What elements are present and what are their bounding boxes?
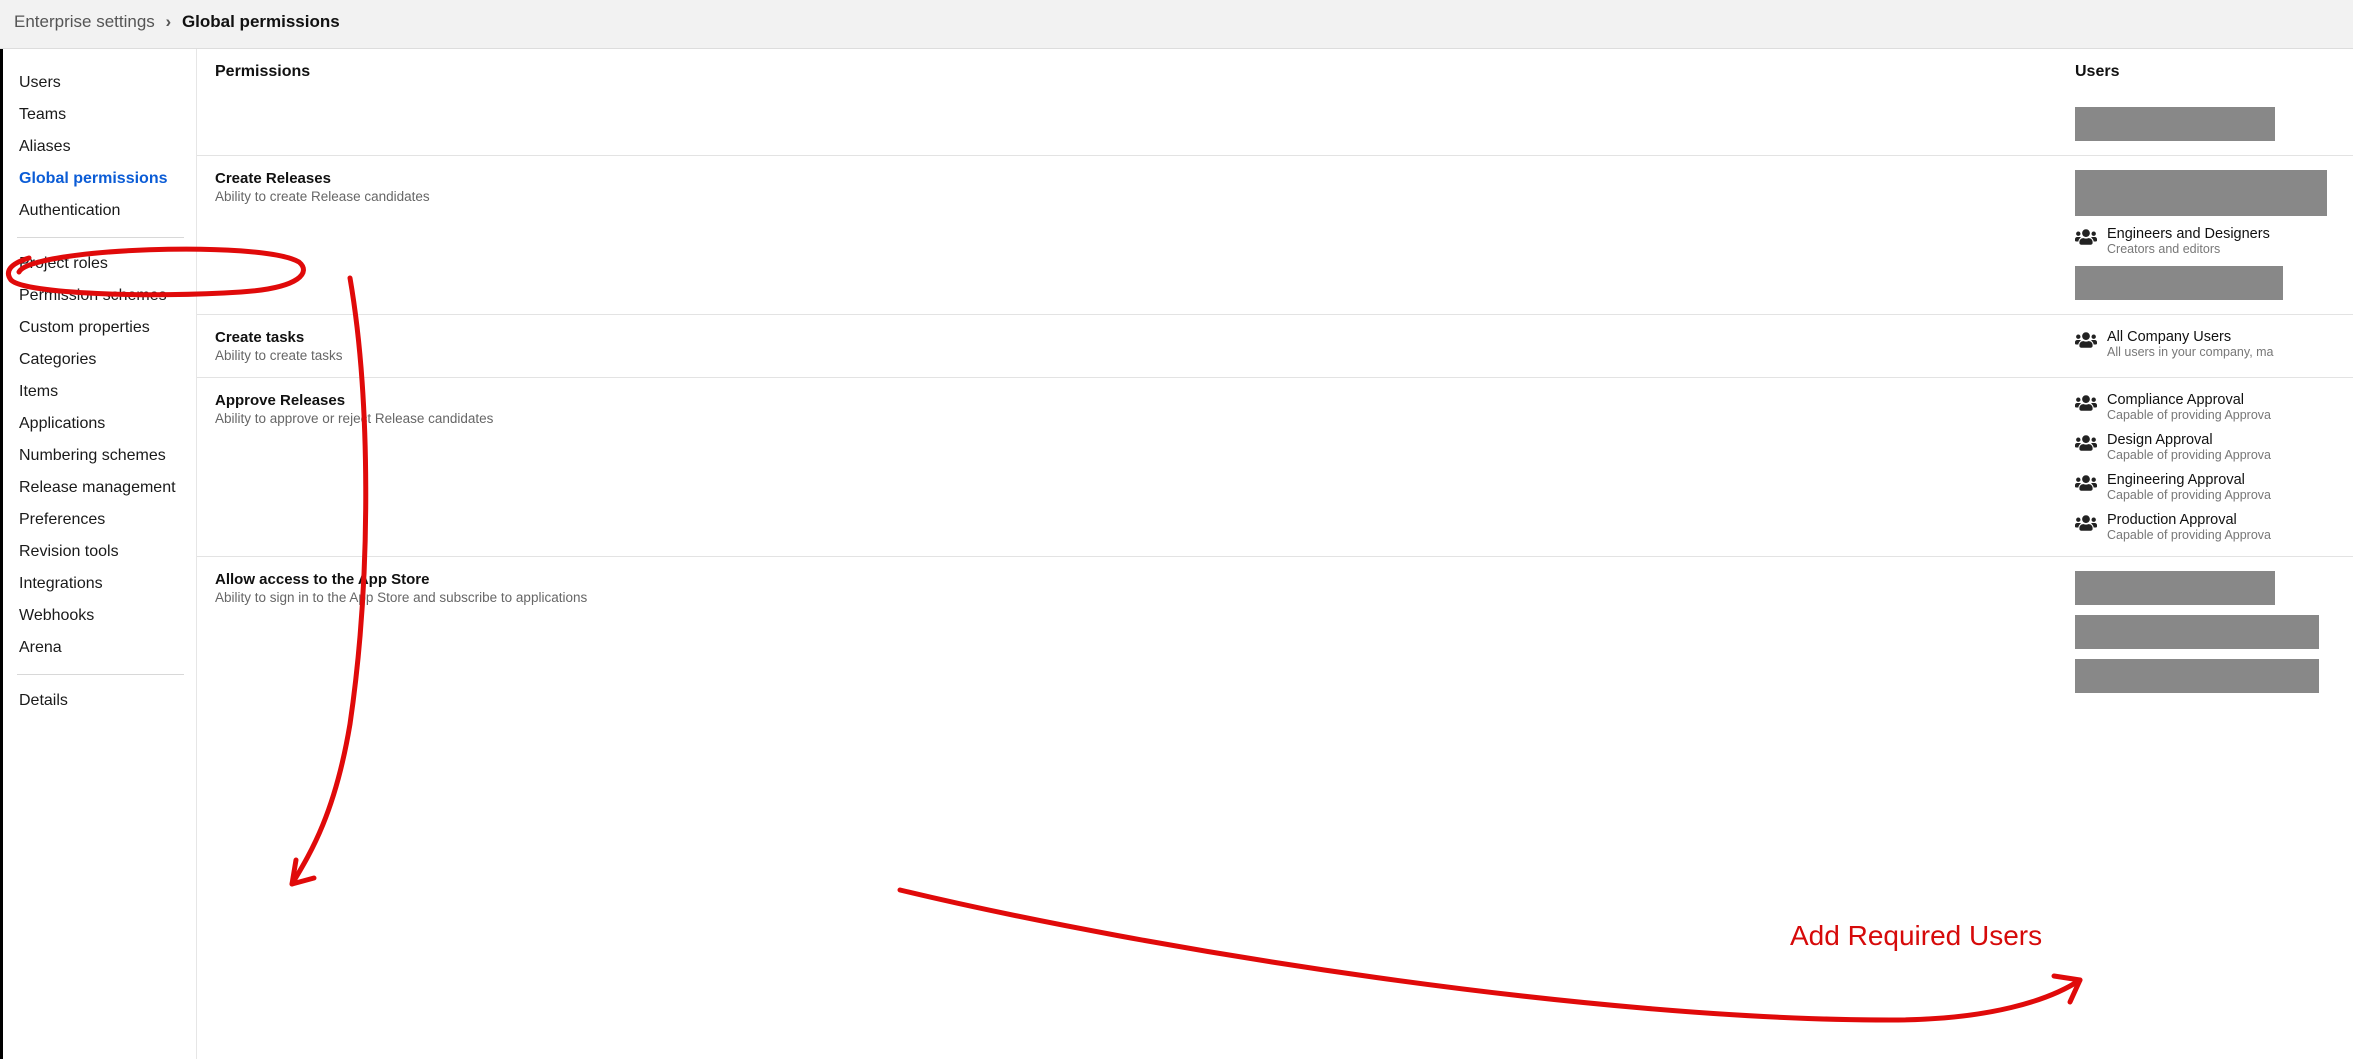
permission-row-app-store: Allow access to the App Store Ability to… (197, 556, 2353, 707)
column-headers: Permissions Users (197, 49, 2353, 103)
user-name: Engineering Approval (2107, 472, 2271, 488)
user-entry[interactable]: Compliance Approval Capable of providing… (2075, 392, 2335, 422)
user-name: Design Approval (2107, 432, 2271, 448)
sidebar-item-categories[interactable]: Categories (3, 344, 196, 376)
permission-title: Approve Releases (215, 392, 2075, 409)
user-subtitle: Capable of providing Approva (2107, 448, 2271, 462)
user-entry[interactable]: Engineering Approval Capable of providin… (2075, 472, 2335, 502)
redacted-user-slot[interactable] (2075, 170, 2327, 216)
breadcrumb-parent[interactable]: Enterprise settings (14, 12, 155, 31)
sidebar-item-integrations[interactable]: Integrations (3, 568, 196, 600)
permission-row-create-releases: Create Releases Ability to create Releas… (197, 155, 2353, 314)
user-name: All Company Users (2107, 329, 2274, 345)
permission-description: Ability to create tasks (215, 348, 2075, 363)
users-icon (2075, 432, 2097, 455)
sidebar-item-revision-tools[interactable]: Revision tools (3, 536, 196, 568)
user-subtitle: Capable of providing Approva (2107, 488, 2271, 502)
sidebar-divider (17, 237, 184, 238)
permission-description: Ability to sign in to the App Store and … (215, 590, 2075, 605)
sidebar-item-items[interactable]: Items (3, 376, 196, 408)
sidebar-item-users[interactable]: Users (3, 67, 196, 99)
sidebar-item-global-permissions[interactable]: Global permissions (3, 163, 196, 195)
sidebar-item-permission-schemes[interactable]: Permission schemes (3, 280, 196, 312)
users-icon (2075, 512, 2097, 535)
sidebar-item-arena[interactable]: Arena (3, 632, 196, 664)
permission-title: Create Releases (215, 170, 2075, 187)
breadcrumb-current: Global permissions (182, 12, 340, 31)
permission-row-create-tasks: Create tasks Ability to create tasks All… (197, 314, 2353, 377)
sidebar-item-project-roles[interactable]: Project roles (3, 248, 196, 280)
user-subtitle: Creators and editors (2107, 242, 2270, 256)
chevron-right-icon: › (166, 12, 172, 31)
user-subtitle: All users in your company, ma (2107, 345, 2274, 359)
user-name: Compliance Approval (2107, 392, 2271, 408)
users-icon (2075, 226, 2097, 249)
permission-description: Ability to create Release candidates (215, 189, 2075, 204)
user-entry[interactable]: Design Approval Capable of providing App… (2075, 432, 2335, 462)
user-subtitle: Capable of providing Approva (2107, 408, 2271, 422)
column-header-permissions: Permissions (215, 63, 2075, 81)
sidebar-item-webhooks[interactable]: Webhooks (3, 600, 196, 632)
redacted-user-slot[interactable] (2075, 615, 2319, 649)
permission-row-approve-releases: Approve Releases Ability to approve or r… (197, 377, 2353, 556)
redacted-user-slot[interactable] (2075, 571, 2275, 605)
sidebar: Users Teams Aliases Global permissions A… (3, 49, 197, 1059)
permission-description: Ability to approve or reject Release can… (215, 411, 2075, 426)
user-name: Engineers and Designers (2107, 226, 2270, 242)
sidebar-item-numbering-schemes[interactable]: Numbering schemes (3, 440, 196, 472)
sidebar-item-applications[interactable]: Applications (3, 408, 196, 440)
users-icon (2075, 329, 2097, 352)
user-entry[interactable]: Production Approval Capable of providing… (2075, 512, 2335, 542)
user-entry[interactable]: All Company Users All users in your comp… (2075, 329, 2335, 359)
main-content: Permissions Users Create Releases Abilit… (197, 49, 2353, 707)
sidebar-item-authentication[interactable]: Authentication (3, 195, 196, 227)
user-name: Production Approval (2107, 512, 2271, 528)
user-subtitle: Capable of providing Approva (2107, 528, 2271, 542)
redacted-user-slot[interactable] (2075, 266, 2283, 300)
users-icon (2075, 472, 2097, 495)
sidebar-item-preferences[interactable]: Preferences (3, 504, 196, 536)
permission-title: Allow access to the App Store (215, 571, 2075, 588)
breadcrumb: Enterprise settings › Global permissions (0, 0, 2353, 49)
sidebar-item-release-management[interactable]: Release management (3, 472, 196, 504)
sidebar-divider (17, 674, 184, 675)
sidebar-item-aliases[interactable]: Aliases (3, 131, 196, 163)
sidebar-item-details[interactable]: Details (3, 685, 196, 717)
user-entry[interactable]: Engineers and Designers Creators and edi… (2075, 226, 2335, 256)
sidebar-item-teams[interactable]: Teams (3, 99, 196, 131)
redacted-user-slot[interactable] (2075, 659, 2319, 693)
permission-title: Create tasks (215, 329, 2075, 346)
annotation-text: Add Required Users (1790, 920, 2042, 952)
column-header-users: Users (2075, 63, 2335, 81)
users-icon (2075, 392, 2097, 415)
sidebar-item-custom-properties[interactable]: Custom properties (3, 312, 196, 344)
redacted-user-slot[interactable] (2075, 107, 2275, 141)
